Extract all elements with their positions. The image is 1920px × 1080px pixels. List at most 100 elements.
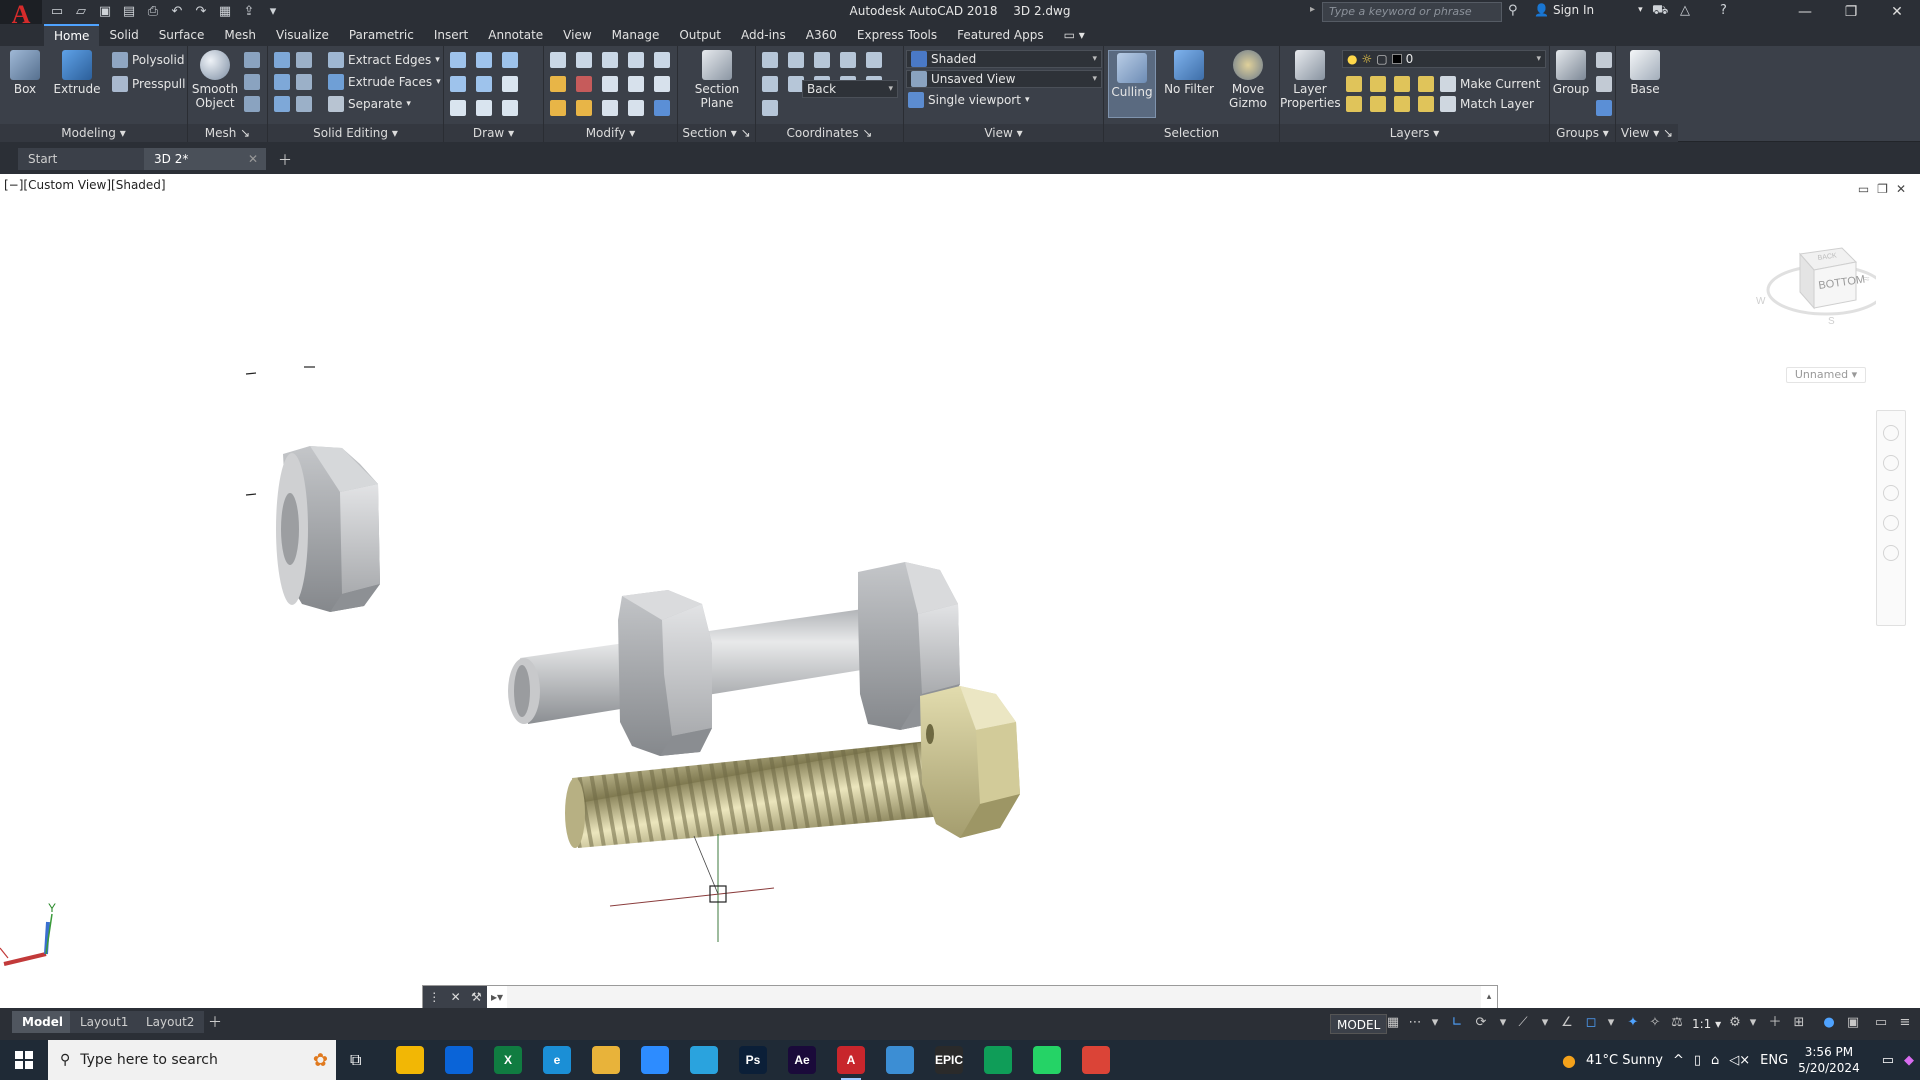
- weather-sun-icon[interactable]: ●: [1562, 1051, 1576, 1070]
- fillet-edge-icon[interactable]: [296, 96, 312, 112]
- move-gizmo-button[interactable]: Move Gizmo: [1222, 50, 1274, 110]
- mesh-smooth-more-icon[interactable]: [244, 74, 260, 90]
- sign-in-button[interactable]: 👤 Sign In ▾: [1534, 3, 1643, 17]
- tab-home[interactable]: Home: [44, 24, 100, 46]
- notepad-app[interactable]: [886, 1046, 914, 1074]
- layer-dropdown[interactable]: ● ☼ ▢ 0 ▾: [1342, 50, 1546, 68]
- undo-icon[interactable]: ↶: [168, 2, 186, 20]
- new-tab-icon[interactable]: ＋: [278, 150, 292, 170]
- tab-solid[interactable]: Solid: [99, 24, 148, 46]
- ortho-icon[interactable]: ∟: [1450, 1016, 1464, 1030]
- polygon-icon[interactable]: [450, 100, 466, 116]
- layer-freeze-icon[interactable]: [1394, 76, 1410, 92]
- object-snap-tracking-icon[interactable]: ▾: [1538, 1016, 1552, 1030]
- copilot-icon[interactable]: ◆: [1904, 1053, 1914, 1068]
- panel-title-view[interactable]: View ▾: [904, 124, 1103, 142]
- panel-title-modeling[interactable]: Modeling ▾: [0, 124, 187, 142]
- restore-button[interactable]: ❐: [1828, 0, 1874, 24]
- intersect-icon[interactable]: [274, 96, 290, 112]
- panel-title-section[interactable]: Section ▾ ↘: [678, 124, 755, 142]
- orbit-icon[interactable]: [1883, 515, 1899, 531]
- units-icon[interactable]: ⊞: [1792, 1016, 1806, 1030]
- open-file-icon[interactable]: ▱: [72, 2, 90, 20]
- panel-title-layers[interactable]: Layers ▾: [1280, 124, 1549, 142]
- print-icon[interactable]: ⎙: [144, 2, 162, 20]
- volume-icon[interactable]: ◁×: [1729, 1053, 1750, 1068]
- file-tab-start[interactable]: Start: [18, 148, 144, 170]
- arc-icon[interactable]: [502, 52, 518, 68]
- aftereffects-app[interactable]: Ae: [788, 1046, 816, 1074]
- layer-isolate-icon[interactable]: [1370, 76, 1386, 92]
- layer-unisolate-icon[interactable]: [1370, 96, 1386, 112]
- workspace-icon[interactable]: ▦: [216, 2, 234, 20]
- helix-icon[interactable]: [476, 52, 492, 68]
- smooth-object-button[interactable]: Smooth Object: [190, 50, 240, 110]
- command-history-expand-icon[interactable]: ▴: [1481, 992, 1497, 1002]
- chrome-app[interactable]: [1082, 1046, 1110, 1074]
- grip-icon[interactable]: ⋮: [428, 990, 440, 1004]
- layout-tab-model[interactable]: Model: [12, 1011, 74, 1033]
- tab-visualize[interactable]: Visualize: [266, 24, 339, 46]
- redo-icon[interactable]: ↷: [192, 2, 210, 20]
- layer-unlock-icon[interactable]: [1418, 96, 1434, 112]
- mail-app[interactable]: [445, 1046, 473, 1074]
- tab-a360[interactable]: A360: [796, 24, 847, 46]
- workspace-gear-icon[interactable]: ⚙: [1728, 1016, 1742, 1030]
- ucs-named-icon[interactable]: [762, 76, 778, 92]
- clean-screen-icon[interactable]: ▭: [1874, 1016, 1888, 1030]
- share-icon[interactable]: ⇪: [240, 2, 258, 20]
- annotation-monitor-icon[interactable]: ＋: [1768, 1016, 1782, 1030]
- game-app[interactable]: [984, 1046, 1012, 1074]
- ribbon-options-icon[interactable]: ▭ ▾: [1054, 24, 1095, 46]
- scale-icon[interactable]: [576, 100, 592, 116]
- file-tab-3d-2[interactable]: 3D 2* ✕: [144, 148, 266, 170]
- close-tab-icon[interactable]: ✕: [248, 148, 258, 170]
- tab-add-ins[interactable]: Add-ins: [731, 24, 796, 46]
- group-button[interactable]: Group: [1550, 50, 1592, 96]
- network-icon[interactable]: ⌂: [1711, 1053, 1719, 1068]
- mesh-smooth-less-icon[interactable]: [244, 96, 260, 112]
- drawing-viewport[interactable]: [−][Custom View][Shaded] ▭ ❐ ✕ Y BACK BO…: [0, 174, 1920, 1008]
- edge-app[interactable]: e: [543, 1046, 571, 1074]
- panel-title-coordinates[interactable]: Coordinates ↘: [756, 124, 903, 142]
- viewcube-east-icon[interactable]: ≈: [1864, 274, 1870, 285]
- copy-icon[interactable]: [602, 100, 618, 116]
- layer-lock-icon[interactable]: [1418, 76, 1434, 92]
- match-layer-button[interactable]: Match Layer: [1440, 94, 1534, 114]
- tab-parametric[interactable]: Parametric: [339, 24, 424, 46]
- steering-wheel-icon[interactable]: [1883, 425, 1899, 441]
- no-filter-button[interactable]: No Filter: [1162, 50, 1216, 96]
- pan-icon[interactable]: [1883, 455, 1899, 471]
- viewport-config-button[interactable]: Single viewport ▾: [908, 90, 1029, 110]
- ucs-object-icon[interactable]: [762, 100, 778, 116]
- isodraft-icon[interactable]: ⟋: [1516, 1016, 1530, 1030]
- tab-mesh[interactable]: Mesh: [214, 24, 266, 46]
- close-button[interactable]: ✕: [1874, 0, 1920, 24]
- zoom-icon[interactable]: [1883, 485, 1899, 501]
- osnap-dropdown-icon[interactable]: ▾: [1604, 1016, 1618, 1030]
- snap-dropdown-icon[interactable]: ▾: [1428, 1016, 1442, 1030]
- annotation-visibility-icon[interactable]: ✦: [1626, 1016, 1640, 1030]
- epic-games-app[interactable]: EPIC: [935, 1046, 963, 1074]
- array-icon[interactable]: [654, 100, 670, 116]
- ucs-menu-dropdown[interactable]: Unnamed ▾: [1786, 367, 1866, 383]
- mesh-refine-icon[interactable]: [244, 52, 260, 68]
- tab-view[interactable]: View: [553, 24, 601, 46]
- layout-tab-layout2[interactable]: Layout2: [136, 1011, 205, 1033]
- viewcube-west-icon[interactable]: W: [1756, 296, 1766, 307]
- rectangle-icon[interactable]: [476, 100, 492, 116]
- gray-bolt-assembly[interactable]: [508, 562, 960, 756]
- ungroup-icon[interactable]: [1596, 52, 1612, 68]
- notifications-icon[interactable]: ▭: [1882, 1053, 1894, 1068]
- save-as-icon[interactable]: ▤: [120, 2, 138, 20]
- close-command-line-icon[interactable]: ✕: [451, 990, 461, 1004]
- ucs-origin-icon[interactable]: [814, 52, 830, 68]
- trim-icon[interactable]: [550, 52, 566, 68]
- union-icon[interactable]: [274, 52, 290, 68]
- panel-title-modify[interactable]: Modify ▾: [544, 124, 677, 142]
- subtract-icon[interactable]: [274, 74, 290, 90]
- auto-scale-icon[interactable]: ✧: [1648, 1016, 1662, 1030]
- tab-insert[interactable]: Insert: [424, 24, 478, 46]
- panel-title-groups[interactable]: Groups ▾: [1550, 124, 1615, 142]
- model-space-button[interactable]: MODEL: [1330, 1014, 1388, 1034]
